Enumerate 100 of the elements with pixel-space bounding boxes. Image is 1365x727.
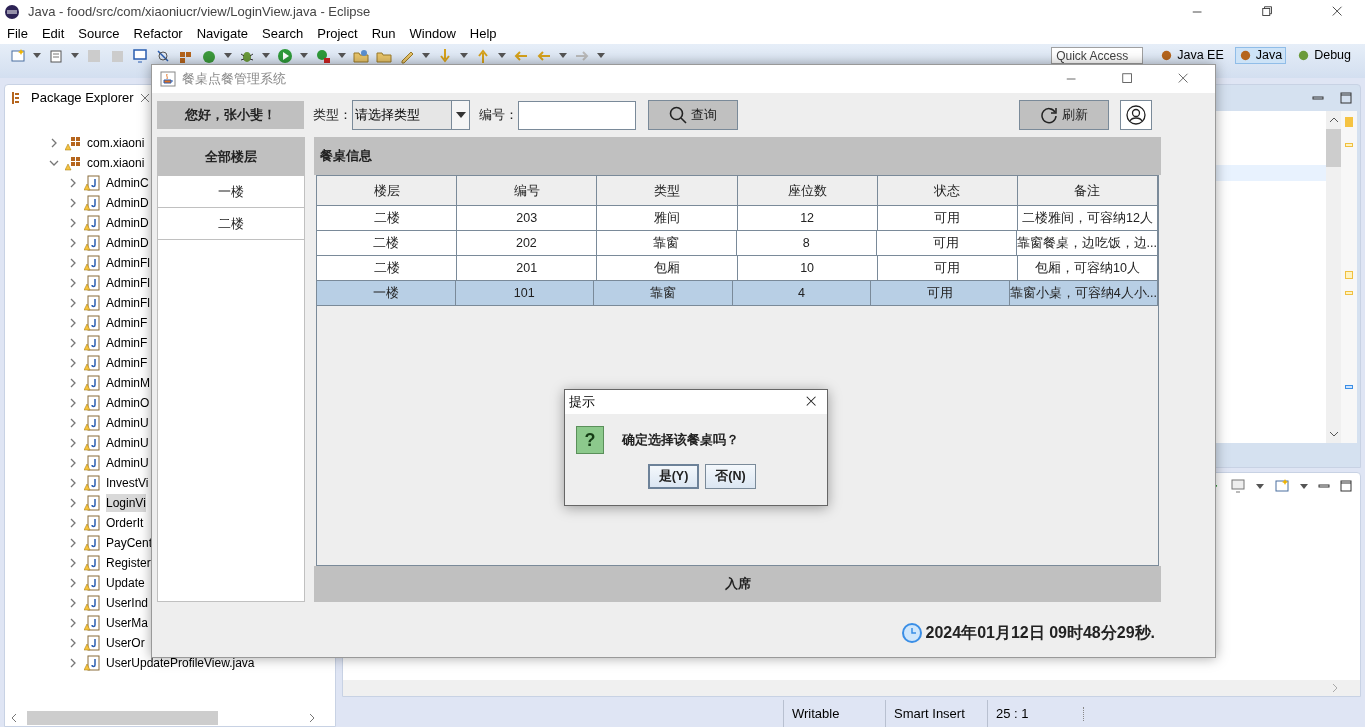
caret-icon[interactable] [224, 53, 232, 58]
panel-tab[interactable]: Package Explorer [31, 88, 134, 108]
caret-icon[interactable] [498, 53, 506, 58]
menu-item[interactable]: Navigate [196, 24, 248, 44]
chevron-left-icon[interactable] [9, 713, 19, 723]
close-icon[interactable] [139, 93, 150, 103]
caret-icon[interactable] [597, 53, 605, 58]
arrow-up-icon[interactable] [475, 47, 491, 64]
tree-item[interactable]: AdminD [106, 234, 149, 252]
user-button[interactable] [1120, 100, 1152, 130]
scrollbar-thumb[interactable] [27, 711, 218, 725]
maximize-icon[interactable] [1340, 480, 1352, 492]
chevron-right-icon[interactable] [307, 713, 317, 723]
arrow-down-icon[interactable] [437, 47, 453, 64]
caret-icon[interactable] [422, 53, 430, 58]
maximize-icon[interactable] [1121, 72, 1135, 86]
tree-item[interactable]: AdminU [106, 434, 149, 452]
caret-icon[interactable] [1300, 483, 1308, 489]
tree-item[interactable]: AdminFl [106, 294, 150, 312]
tree-item[interactable]: AdminFl [106, 274, 150, 292]
scrollbar-thumb[interactable] [1326, 129, 1341, 167]
tree-item[interactable]: InvestVi [106, 474, 149, 492]
chevron-down-icon[interactable] [49, 158, 59, 168]
caret-icon[interactable] [262, 53, 270, 58]
warning-marker[interactable] [1345, 143, 1353, 147]
close-icon[interactable] [1331, 5, 1345, 19]
info-marker[interactable] [1345, 385, 1353, 389]
close-icon[interactable] [1177, 72, 1191, 86]
caret-icon[interactable] [300, 53, 308, 58]
chevron-up-icon[interactable] [1328, 115, 1339, 125]
seat-button[interactable]: 入席 [314, 566, 1161, 602]
column-header[interactable]: 编号 [457, 176, 598, 206]
tree-item[interactable]: com.xiaoni [87, 134, 145, 152]
new-window-icon[interactable] [10, 47, 26, 64]
number-field[interactable] [518, 100, 636, 130]
menu-item[interactable]: Source [78, 24, 120, 44]
menu-item[interactable]: Project [317, 24, 358, 44]
chevron-down-icon[interactable] [1328, 429, 1339, 439]
play-icon[interactable] [277, 47, 293, 64]
column-header[interactable]: 楼层 [317, 176, 458, 206]
menu-item[interactable]: Window [409, 24, 456, 44]
tree-item[interactable]: AdminD [106, 214, 149, 232]
tree-item[interactable]: AdminO [106, 394, 150, 412]
tree-item[interactable]: AdminF [106, 314, 148, 332]
tree-item[interactable]: AdminD [106, 194, 149, 212]
search-button[interactable]: 查询 [648, 100, 738, 130]
tree-item[interactable]: LoginVi [106, 494, 146, 512]
column-header[interactable]: 座位数 [737, 176, 878, 206]
vertical-scrollbar[interactable] [1326, 111, 1341, 443]
menu-item[interactable]: Search [262, 24, 304, 44]
tree-item[interactable]: AdminU [106, 414, 149, 432]
perspective-button[interactable]: Java EE [1156, 47, 1228, 64]
tree-item[interactable]: Register [106, 554, 151, 572]
perspective-button[interactable]: Debug [1293, 47, 1355, 64]
menu-item[interactable]: Run [371, 24, 396, 44]
caret-icon[interactable] [338, 53, 346, 58]
warning-marker[interactable] [1345, 271, 1353, 279]
column-header[interactable]: 类型 [597, 176, 738, 206]
caret-icon[interactable] [33, 53, 41, 58]
perspective-button[interactable]: Java [1234, 47, 1287, 64]
maximize-icon[interactable] [1340, 92, 1352, 104]
tree-item[interactable]: PayCent [106, 534, 153, 552]
new-item-icon[interactable] [48, 47, 64, 64]
horizontal-scrollbar[interactable] [343, 680, 1360, 696]
quick-access-field[interactable]: Quick Access [1051, 47, 1144, 64]
tree-item[interactable]: AdminF [106, 334, 148, 352]
tree-item[interactable]: Update [106, 574, 145, 592]
tree-item[interactable]: UserUpdateProfileView.java [106, 654, 255, 672]
monitor-icon[interactable] [132, 47, 148, 64]
tree-item[interactable]: OrderIt [106, 514, 144, 532]
menu-item[interactable]: Refactor [133, 24, 183, 44]
run-tool-icon[interactable] [315, 47, 331, 64]
tree-item[interactable]: com.xiaoni [87, 154, 145, 172]
restore-icon[interactable] [1261, 5, 1275, 19]
tree-item[interactable]: AdminFl [106, 254, 150, 272]
tree-item[interactable]: UserOr [106, 634, 145, 652]
tree-item[interactable]: UserInd [106, 594, 149, 612]
menu-item[interactable]: Edit [41, 24, 65, 44]
caret-icon[interactable] [460, 53, 468, 58]
menu-item[interactable]: Help [469, 24, 497, 44]
tree-item[interactable]: AdminC [106, 174, 149, 192]
column-header[interactable]: 备注 [1017, 176, 1159, 206]
dialog-button[interactable]: 是(Y) [648, 464, 699, 489]
caret-icon[interactable] [71, 53, 79, 58]
tree-item[interactable]: AdminU [106, 454, 149, 472]
dialog-button[interactable]: 否(N) [705, 464, 756, 489]
tree-item[interactable]: AdminF [106, 354, 148, 372]
menu-item[interactable]: File [7, 24, 28, 44]
refresh-button[interactable]: 刷新 [1019, 100, 1109, 130]
caret-icon[interactable] [559, 53, 567, 58]
column-header[interactable]: 状态 [877, 176, 1018, 206]
warning-marker[interactable] [1345, 117, 1353, 127]
tree-item[interactable]: UserMa [106, 614, 148, 632]
type-select[interactable]: 请选择类型 [352, 100, 470, 130]
tree-item[interactable]: AdminM [106, 374, 150, 392]
folder-icon[interactable] [353, 47, 369, 64]
chevron-right-icon[interactable] [49, 138, 59, 148]
caret-icon[interactable] [1256, 483, 1264, 489]
warning-marker[interactable] [1345, 291, 1353, 295]
caret-icon[interactable] [455, 112, 466, 118]
